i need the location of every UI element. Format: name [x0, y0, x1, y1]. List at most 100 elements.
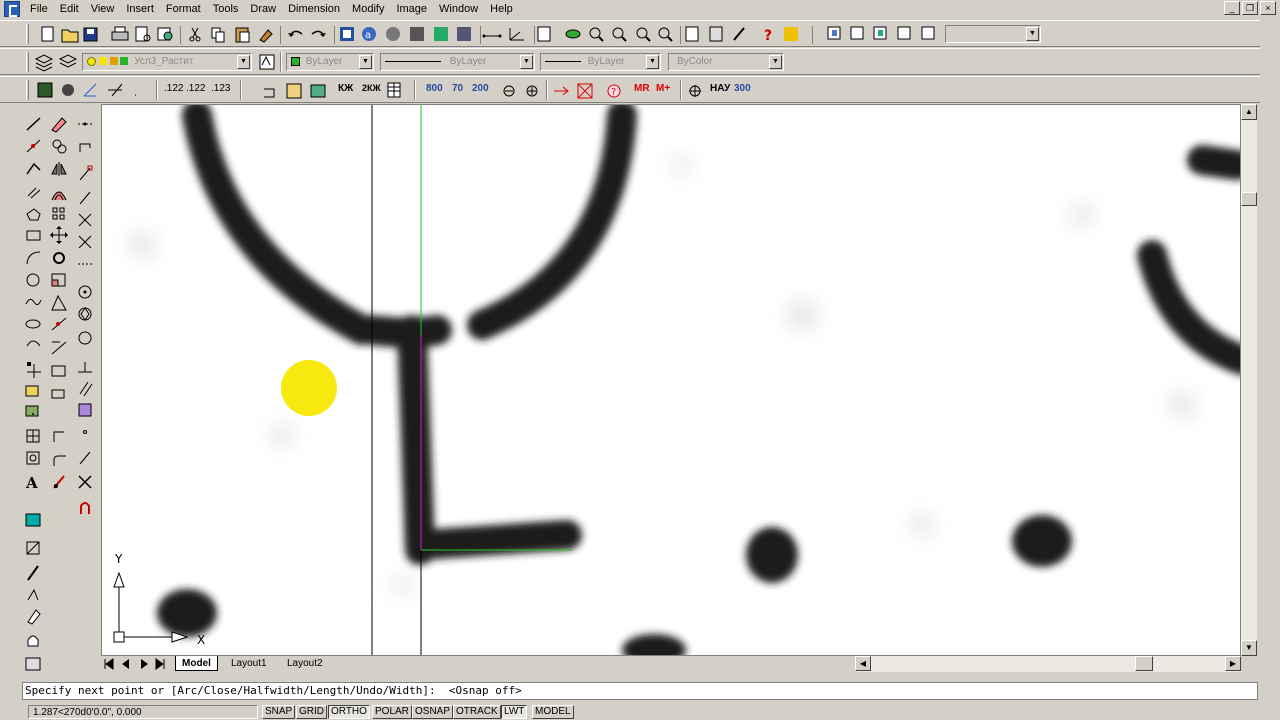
hscroll-thumb[interactable] — [1135, 656, 1153, 671]
fillet-icon[interactable] — [53, 455, 66, 466]
zoom-realtime-icon[interactable] — [612, 27, 627, 42]
status-model-button[interactable]: MODEL — [532, 705, 574, 719]
num-button-300[interactable]: 300 — [734, 83, 751, 94]
multiline-icon[interactable] — [27, 187, 41, 199]
chevron-down-icon[interactable]: ▼ — [646, 55, 659, 69]
cursor-edit-icon[interactable] — [27, 588, 39, 601]
snap-none-icon[interactable] — [78, 475, 92, 489]
dim-button-2[interactable]: .122 — [186, 83, 205, 94]
snap-tangent-icon[interactable] — [78, 331, 92, 345]
line-tool-icon[interactable] — [108, 83, 123, 97]
spline-icon[interactable] — [25, 298, 42, 306]
crosshair-circle-icon[interactable] — [686, 81, 706, 101]
next-tab-icon[interactable] — [141, 659, 148, 669]
mr-button[interactable]: МR — [634, 83, 650, 94]
stretch-icon[interactable] — [51, 294, 67, 311]
first-tab-icon[interactable] — [104, 658, 114, 670]
prev-tab-icon[interactable] — [122, 659, 129, 669]
kzh-button[interactable]: КЖ — [338, 83, 353, 94]
snap-parallel-icon[interactable] — [79, 381, 93, 397]
eraser-icon[interactable] — [27, 609, 41, 625]
layer-previous-icon[interactable] — [58, 54, 78, 68]
viewport-scale-combo[interactable]: ▼ — [945, 25, 1041, 43]
tab-layout2[interactable]: Layout2 — [281, 656, 329, 671]
layer-properties-icon[interactable] — [34, 54, 54, 72]
toolbar-grip[interactable] — [26, 24, 29, 44]
menu-tools[interactable]: Tools — [207, 0, 245, 18]
lineweight-combo[interactable]: ByLayer ▼ — [540, 53, 661, 71]
2kzh-button[interactable]: 2КЖ — [362, 83, 381, 93]
zoom-globe-icon[interactable] — [62, 84, 74, 96]
sheet-set-icon[interactable] — [457, 27, 471, 41]
new-icon[interactable] — [41, 26, 54, 42]
viewport-icon[interactable] — [827, 26, 841, 40]
multi-tool-icon[interactable] — [25, 657, 41, 671]
save-icon[interactable] — [83, 27, 98, 42]
chevron-down-icon[interactable]: ▼ — [520, 55, 533, 69]
snap-endpoint-icon[interactable] — [79, 165, 93, 181]
red-box-icon[interactable] — [577, 83, 593, 99]
command-line[interactable]: Specify next point or [Arc/Close/Halfwid… — [22, 682, 1258, 700]
zoom-extents-icon[interactable] — [658, 27, 673, 42]
angle-icon[interactable] — [83, 83, 97, 97]
snap-nearest-icon[interactable] — [79, 451, 91, 465]
text-icon[interactable]: A — [25, 474, 38, 492]
web-icon[interactable]: a — [362, 27, 376, 41]
chevron-down-icon[interactable]: ▼ — [237, 55, 250, 69]
single-viewport-icon[interactable] — [850, 26, 864, 40]
status-osnap-button[interactable]: OSNAP — [412, 705, 454, 719]
snap-perpendicular-icon[interactable] — [78, 362, 92, 373]
hyperlink-icon[interactable] — [340, 27, 354, 41]
osnap-settings-icon[interactable] — [80, 502, 90, 514]
snap-apparent-intersection-icon[interactable] — [78, 235, 92, 249]
publish-icon[interactable] — [157, 27, 173, 41]
circle-plus-icon[interactable] — [526, 85, 538, 97]
pan-realtime-icon[interactable] — [386, 27, 400, 41]
scroll-thumb[interactable] — [1241, 192, 1257, 206]
menu-edit[interactable]: Edit — [54, 0, 85, 18]
hatch-icon[interactable] — [26, 429, 40, 443]
mplus-button[interactable]: М+ — [656, 83, 670, 94]
polyline-icon[interactable] — [26, 162, 41, 175]
layer-combo[interactable]: Усл3_Растит ▼ — [82, 53, 252, 71]
toolbar-grip[interactable] — [26, 80, 29, 100]
print-icon[interactable] — [111, 26, 129, 41]
dim-button-3[interactable]: .123 — [211, 83, 230, 94]
explode-icon[interactable] — [310, 84, 326, 98]
designcenter-icon[interactable] — [410, 27, 424, 41]
hatch-icon[interactable] — [286, 83, 302, 99]
point-icon[interactable] — [25, 405, 39, 417]
menu-view[interactable]: View — [85, 0, 121, 18]
menu-help[interactable]: Help — [484, 0, 519, 18]
make-block-icon[interactable] — [25, 362, 39, 397]
scroll-right-icon[interactable]: ▶ — [1225, 656, 1241, 671]
coordinates-display[interactable]: 1.287<270d0'0.0", 0.000 — [28, 705, 258, 719]
snap-node-icon[interactable] — [83, 430, 87, 434]
last-tab-icon[interactable] — [155, 658, 165, 670]
copy-object-icon[interactable] — [52, 139, 67, 154]
explode-icon[interactable] — [53, 475, 65, 489]
properties-icon[interactable] — [685, 26, 699, 42]
horizontal-scrollbar[interactable]: ◀ ▶ — [855, 656, 1241, 672]
num-button-200[interactable]: 200 — [472, 83, 489, 94]
snap-quadrant-icon[interactable] — [78, 307, 92, 321]
extend-icon[interactable] — [51, 341, 67, 355]
chevron-down-icon[interactable]: ▼ — [1026, 27, 1039, 41]
save-drawing-icon[interactable] — [37, 82, 53, 98]
pen-edit-icon[interactable] — [27, 565, 39, 581]
polygonal-viewport-icon[interactable] — [873, 26, 887, 40]
break-icon[interactable] — [264, 88, 275, 98]
insert-block-icon[interactable] — [27, 364, 41, 378]
circle-minus-icon[interactable] — [503, 85, 515, 97]
break-icon[interactable] — [51, 389, 65, 399]
open-icon[interactable] — [61, 29, 79, 43]
star-icon[interactable] — [784, 27, 798, 41]
circle-icon[interactable] — [26, 273, 40, 287]
paste-icon[interactable] — [235, 27, 250, 43]
red-arrow-icon[interactable] — [554, 86, 569, 96]
minimize-icon[interactable]: _ — [1224, 1, 1240, 15]
line-icon[interactable] — [26, 117, 41, 131]
layers-icon[interactable] — [537, 26, 551, 42]
color-combo[interactable]: ByLayer ▼ — [286, 53, 374, 71]
num-button-70[interactable]: 70 — [452, 83, 463, 94]
